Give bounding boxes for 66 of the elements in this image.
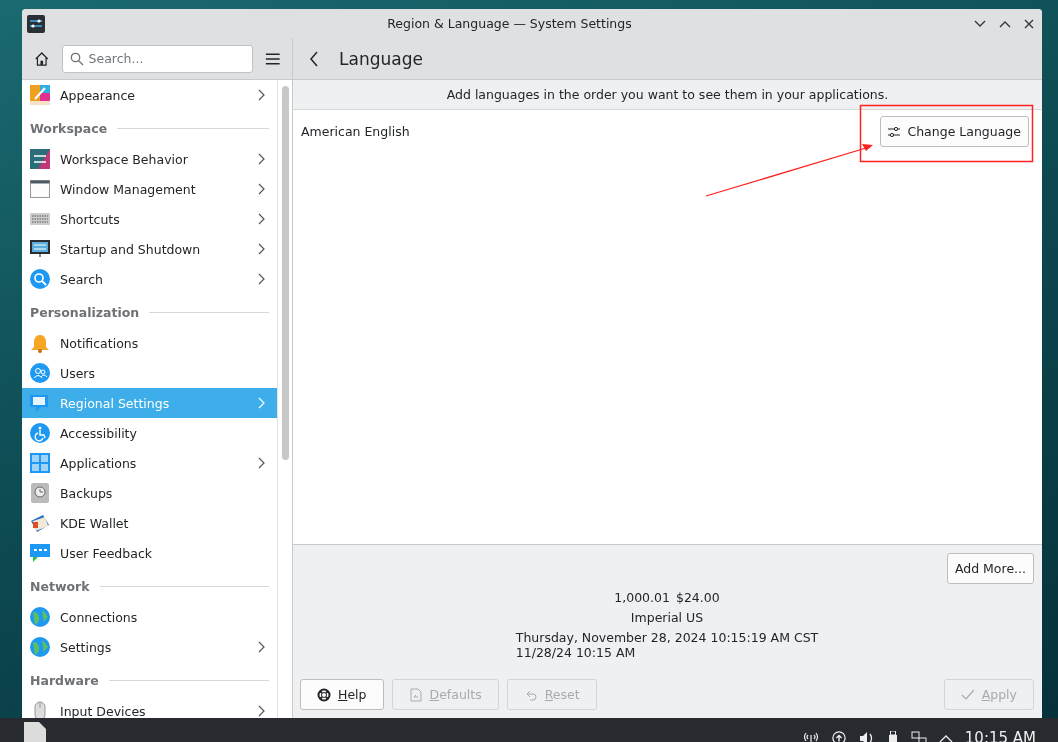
menu-icon[interactable] <box>264 51 280 66</box>
close-icon[interactable] <box>1024 18 1034 29</box>
maximize-icon[interactable] <box>999 19 1011 28</box>
sliders-icon <box>27 14 45 33</box>
sidebar-item[interactable]: Settings <box>22 632 277 662</box>
language-name: American English <box>301 124 410 139</box>
home-icon[interactable] <box>34 49 50 68</box>
number-sample: 1,000.01 <box>614 590 670 605</box>
sidebar-item[interactable]: Appearance <box>22 80 277 110</box>
measurement-sample: Imperial US <box>630 610 704 625</box>
monitor-icon <box>30 239 50 259</box>
window-icon <box>30 179 50 199</box>
network-icon[interactable] <box>910 731 927 742</box>
page-title: Language <box>339 48 423 69</box>
search-icon <box>30 269 50 289</box>
search-field[interactable]: Search... <box>61 44 253 73</box>
section-heading: Network <box>30 578 90 594</box>
sidebar-item[interactable]: Accessibility <box>22 418 277 448</box>
sidebar-item[interactable]: Shortcuts <box>22 204 277 234</box>
sliders-icon <box>30 149 50 169</box>
window-title: Region & Language — System Settings <box>386 16 633 31</box>
chat-bubble-icon <box>30 393 50 413</box>
sidebar-item[interactable]: Connections <box>22 602 277 632</box>
sidebar-item[interactable]: KDE Wallet <box>22 508 277 538</box>
file-icon[interactable] <box>24 722 46 742</box>
accessibility-icon <box>30 423 50 443</box>
change-language-button[interactable]: Change Language <box>880 116 1029 147</box>
currency-sample: $24.00 <box>675 590 720 605</box>
document-icon <box>408 687 423 702</box>
add-more-button[interactable]: Add More... <box>946 553 1034 584</box>
clock-drive-icon <box>30 483 50 503</box>
sidebar-item[interactable]: Startup and Shutdown <box>22 234 277 264</box>
sidebar-item[interactable]: Search <box>22 264 277 294</box>
back-icon[interactable] <box>309 50 319 67</box>
wallet-icon <box>30 513 50 533</box>
help-button[interactable]: Help <box>300 679 384 710</box>
usb-icon[interactable] <box>886 731 899 742</box>
sidebar-item[interactable]: Applications <box>22 448 277 478</box>
sidebar-item[interactable]: Users <box>22 358 277 388</box>
expand-icon[interactable] <box>938 733 953 742</box>
section-heading: Workspace <box>30 120 108 136</box>
checkmark-icon <box>960 687 975 702</box>
sidebar-item[interactable]: User Feedback <box>22 538 277 568</box>
volume-icon[interactable] <box>858 731 875 742</box>
minimize-icon[interactable] <box>974 19 986 28</box>
lifebuoy-icon <box>317 687 331 702</box>
sidebar-item[interactable]: Notifications <box>22 328 277 358</box>
section-heading: Hardware <box>30 672 99 688</box>
sidebar-item[interactable]: Window Management <box>22 174 277 204</box>
users-icon <box>30 363 50 383</box>
sidebar-item[interactable]: Backups <box>22 478 277 508</box>
globe-icon <box>30 607 50 627</box>
antenna-icon[interactable] <box>802 731 819 742</box>
sidebar-item[interactable]: Workspace Behavior <box>22 144 277 174</box>
palette-icon <box>30 85 50 105</box>
sidebar-item[interactable]: Input Devices <box>22 696 277 718</box>
grid-icon <box>30 453 50 473</box>
globe-icon <box>30 637 50 657</box>
sliders-icon <box>888 125 901 138</box>
long-date-sample: Thursday, November 28, 2024 10:15:19 AM CST <box>515 630 819 645</box>
section-heading: Personalization <box>30 304 140 320</box>
scrollbar[interactable] <box>277 80 292 718</box>
bell-icon <box>30 333 50 353</box>
upload-icon[interactable] <box>830 731 847 742</box>
short-date-sample: 11/28/24 10:15 AM <box>515 645 637 660</box>
feedback-icon <box>30 543 50 563</box>
